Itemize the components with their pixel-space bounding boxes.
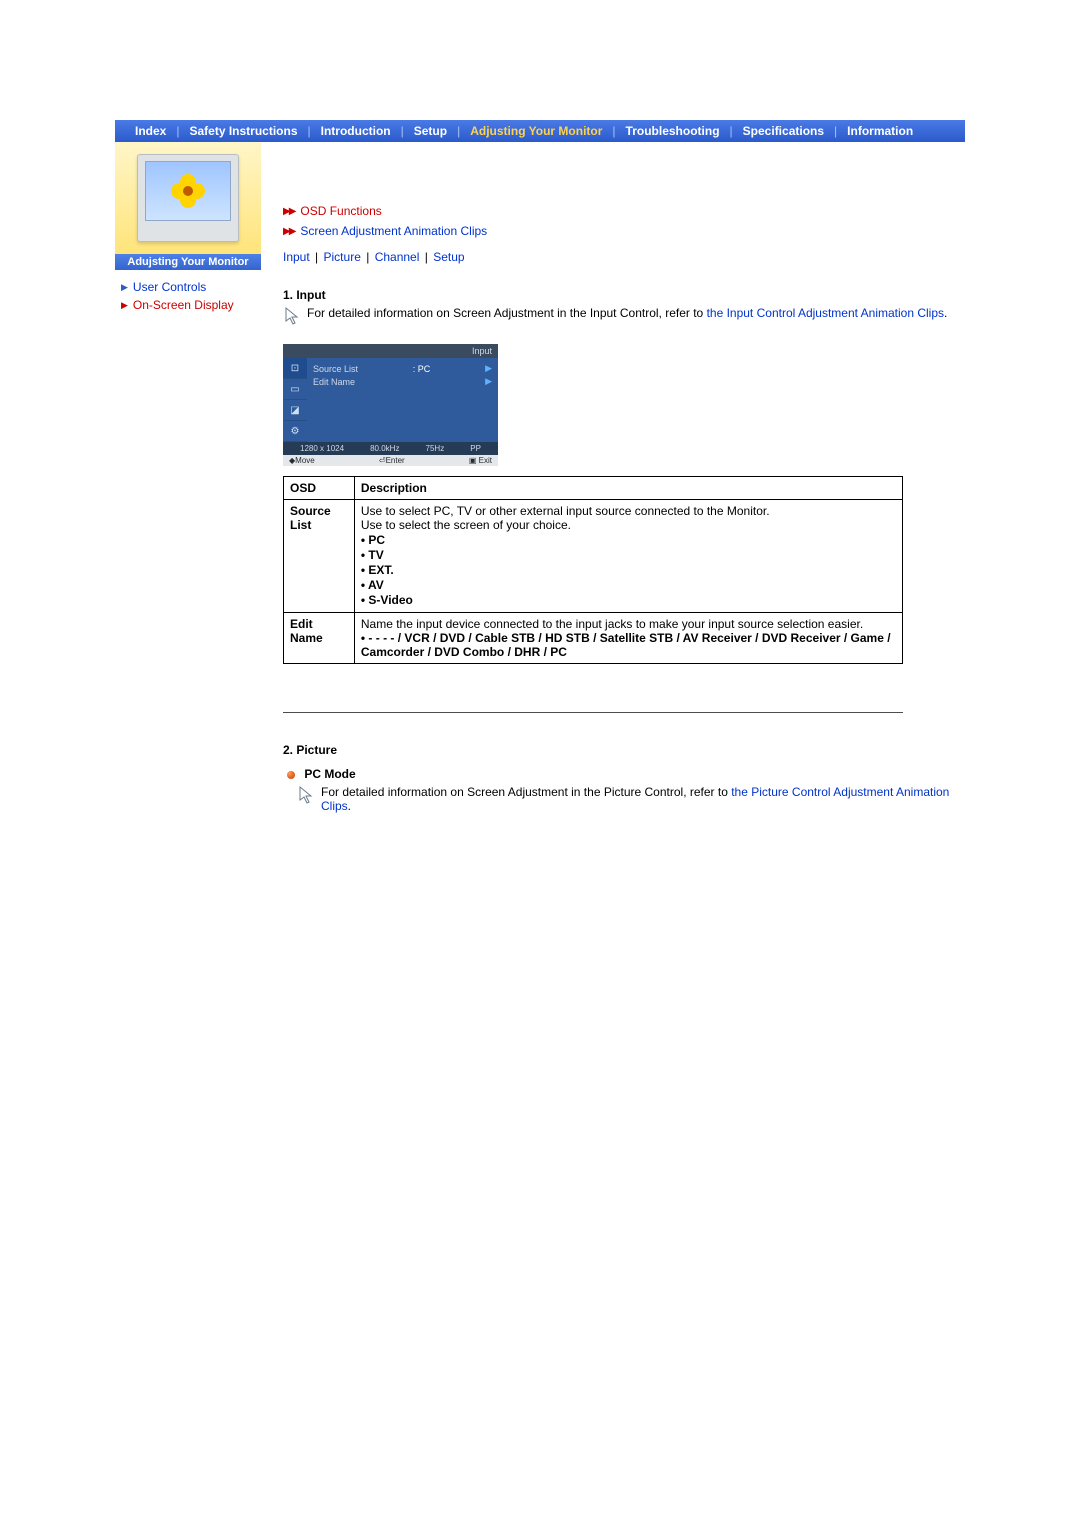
desc-line: Use to select PC, TV or other external i… [361, 504, 896, 518]
table-row: Source List Use to select PC, TV or othe… [284, 500, 903, 613]
osd-status-vfreq: 75Hz [426, 444, 445, 453]
table-row: Edit Name Name the input device connecte… [284, 613, 903, 664]
nav-setup[interactable]: Setup [404, 124, 457, 138]
section-input-note: For detailed information on Screen Adjus… [283, 306, 965, 326]
table-header-description: Description [354, 477, 902, 500]
nav-troubleshooting[interactable]: Troubleshooting [616, 124, 730, 138]
note-suffix: . [944, 306, 947, 320]
osd-title: Input [283, 344, 498, 358]
divider [283, 712, 903, 713]
section-picture-note: For detailed information on Screen Adjus… [297, 785, 965, 813]
bullet-item: • TV [361, 548, 896, 562]
osd-functions-link[interactable]: ▶▶ OSD Functions [283, 204, 965, 218]
func-label: OSD Functions [300, 204, 381, 218]
bullet-item: • AV [361, 578, 896, 592]
nav-introduction[interactable]: Introduction [311, 124, 401, 138]
osd-footer-move: ◆Move [289, 456, 315, 465]
sidebar-item-label: User Controls [133, 280, 206, 294]
sublink-setup[interactable]: Setup [433, 250, 464, 264]
osd-footer-exit: ▣ Exit [469, 456, 492, 465]
osd-description-table: OSD Description Source List Use to selec… [283, 476, 903, 664]
table-cell-osd: Source List [284, 500, 355, 613]
note-text: For detailed information on Screen Adjus… [321, 785, 731, 799]
flower-icon [171, 174, 205, 208]
table-cell-description: Use to select PC, TV or other external i… [354, 500, 902, 613]
bullet-item: • PC [361, 533, 896, 547]
monitor-thumbnail [115, 142, 261, 254]
note-link[interactable]: the Input Control Adjustment Animation C… [707, 306, 944, 320]
sidebar-item-user-controls[interactable]: ▶ User Controls [121, 280, 255, 294]
main-content: ▶▶ OSD Functions ▶▶ Screen Adjustment An… [261, 142, 965, 823]
osd-status-mode: PP [470, 444, 481, 453]
table-cell-description: Name the input device connected to the i… [354, 613, 902, 664]
mode-text: PC Mode [304, 767, 355, 781]
triangle-right-icon: ▶ [485, 376, 492, 387]
table-cell-osd: Edit Name [284, 613, 355, 664]
cursor-icon [297, 785, 317, 805]
osd-status-res: 1280 x 1024 [300, 444, 344, 453]
sidebar-item-osd[interactable]: ▶ On-Screen Display [121, 298, 255, 312]
round-bullet-icon [287, 771, 295, 779]
top-nav: Index| Safety Instructions| Introduction… [115, 120, 965, 142]
sublink-channel[interactable]: Channel [375, 250, 420, 264]
cursor-icon [283, 306, 303, 326]
table-header-osd: OSD [284, 477, 355, 500]
desc-line: Use to select the screen of your choice. [361, 518, 896, 532]
pc-mode-label: PC Mode [287, 767, 965, 781]
bullet-item: • S-Video [361, 593, 896, 607]
osd-icon-setup: ⚙ [283, 421, 307, 442]
double-arrow-icon: ▶▶ [283, 226, 294, 237]
nav-adjusting[interactable]: Adjusting Your Monitor [460, 124, 612, 138]
osd-icon-picture: ▭ [283, 379, 307, 400]
osd-icon-input: ⊡ [283, 358, 307, 379]
sublink-picture[interactable]: Picture [324, 250, 361, 264]
osd-status-hfreq: 80.0kHz [370, 444, 399, 453]
animation-clips-link[interactable]: ▶▶ Screen Adjustment Animation Clips [283, 224, 965, 238]
section-picture-heading: 2. Picture [283, 743, 965, 757]
section-sublinks: Input | Picture | Channel | Setup [283, 250, 965, 264]
nav-safety[interactable]: Safety Instructions [179, 124, 307, 138]
osd-footer-enter: ⏎Enter [379, 456, 405, 465]
triangle-icon: ▶ [121, 300, 128, 311]
triangle-icon: ▶ [121, 282, 128, 293]
sidebar-item-label: On-Screen Display [133, 298, 234, 312]
nav-index[interactable]: Index [125, 124, 176, 138]
osd-preview-panel: Input ⊡ ▭ ◪ ⚙ Source List : PC ▶ [283, 344, 498, 466]
func-label: Screen Adjustment Animation Clips [300, 224, 487, 238]
bullet-item: • - - - - / VCR / DVD / Cable STB / HD S… [361, 631, 896, 659]
sidebar: Adujsting Your Monitor ▶ User Controls ▶… [115, 142, 261, 823]
osd-line-value: : PC [413, 364, 431, 374]
sidebar-header: Adujsting Your Monitor [115, 254, 261, 270]
nav-specifications[interactable]: Specifications [733, 124, 834, 138]
nav-information[interactable]: Information [837, 124, 923, 138]
desc-line: Name the input device connected to the i… [361, 617, 896, 631]
sublink-input[interactable]: Input [283, 250, 310, 264]
double-arrow-icon: ▶▶ [283, 206, 294, 217]
section-input-heading: 1. Input [283, 288, 965, 302]
triangle-right-icon: ▶ [485, 363, 492, 374]
osd-line-label: Edit Name [313, 377, 355, 387]
bullet-item: • EXT. [361, 563, 896, 577]
osd-line-label: Source List [313, 364, 358, 374]
note-suffix: . [348, 799, 351, 813]
osd-icon-channel: ◪ [283, 400, 307, 421]
note-text: For detailed information on Screen Adjus… [307, 306, 707, 320]
